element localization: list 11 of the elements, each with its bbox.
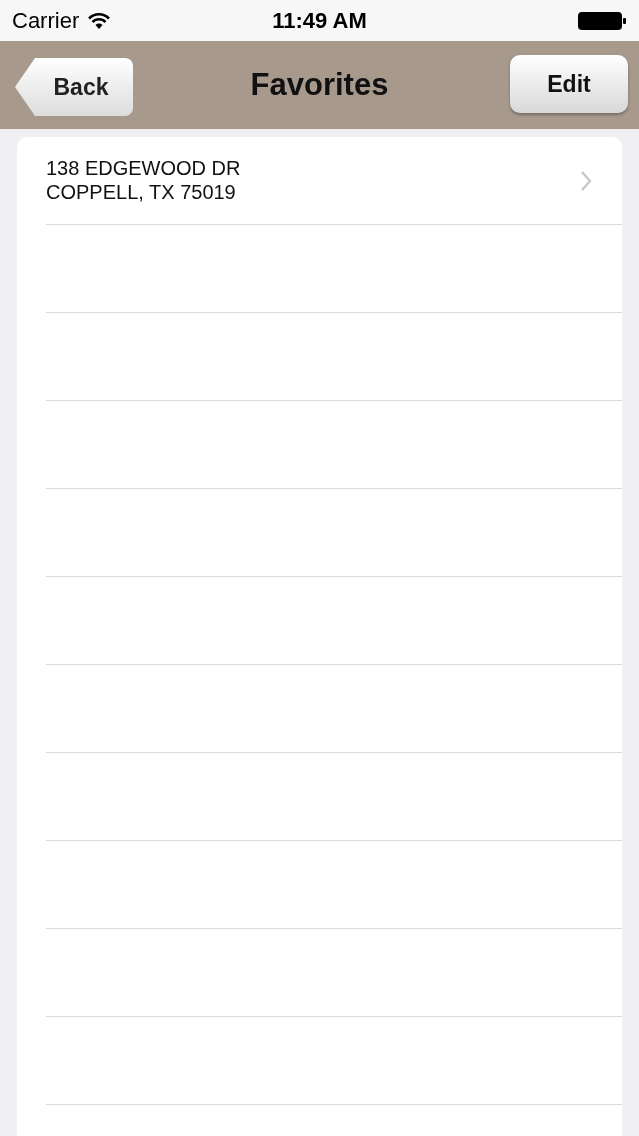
battery-icon [577, 10, 627, 31]
carrier-name: Carrier [12, 7, 80, 34]
address-line: 138 EDGEWOOD DR [46, 155, 241, 180]
back-button[interactable]: Back [15, 58, 133, 116]
clock-time: 11:49 AM [272, 7, 367, 34]
edit-button[interactable]: Edit [510, 55, 628, 113]
wifi-icon [87, 11, 112, 30]
favorite-row[interactable]: 138 EDGEWOOD DR COPPELL, TX 75019 [46, 137, 622, 225]
screen-title: Favorites [250, 67, 389, 103]
chevron-icon [580, 169, 592, 192]
address-line: COPPELL, TX 75019 [46, 179, 237, 204]
